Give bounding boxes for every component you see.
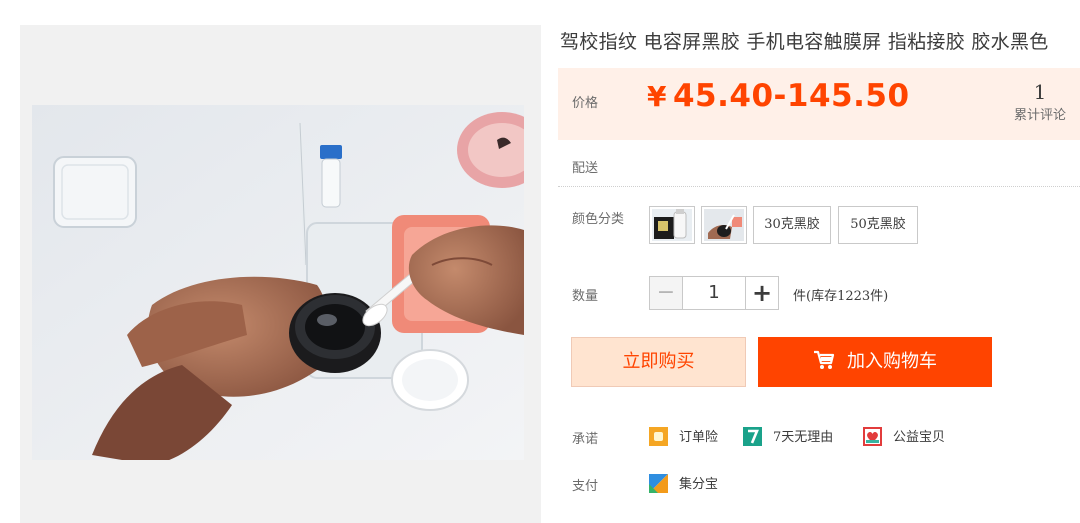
quantity-label: 数量 xyxy=(572,289,599,304)
color-option-30g[interactable]: 30克黑胶 xyxy=(753,206,831,244)
color-option-bottles[interactable] xyxy=(649,206,695,244)
payment-jifenbao-label: 集分宝 xyxy=(679,477,719,492)
order-insurance-icon xyxy=(649,427,668,446)
payment-label: 支付 xyxy=(572,479,599,494)
promise-charity-label: 公益宝贝 xyxy=(893,430,946,445)
add-to-cart-label: 加入购物车 xyxy=(847,351,937,372)
add-to-cart-button[interactable]: 加入购物车 xyxy=(758,337,992,387)
price-label: 价格 xyxy=(572,96,599,111)
quantity-input[interactable]: 1 xyxy=(682,276,746,310)
color-option-label: 颜色分类 xyxy=(572,212,625,227)
price-panel: 价格 ¥45.40-145.50 1 累计评论 xyxy=(558,68,1080,140)
promise-label: 承诺 xyxy=(572,432,599,447)
quantity-decrease-button[interactable]: − xyxy=(649,276,683,310)
product-gallery xyxy=(20,25,541,523)
seven-day-return-icon xyxy=(743,427,762,446)
promise-order-insurance-label: 订单险 xyxy=(679,430,719,445)
promise-seven-day-return-label: 7天无理由 xyxy=(773,430,834,445)
review-count-number: 1 xyxy=(1033,80,1047,104)
review-count[interactable]: 1 累计评论 xyxy=(1014,80,1066,123)
section-divider xyxy=(558,186,1080,187)
charity-heart-icon xyxy=(863,427,882,446)
product-thumb-bottles-icon xyxy=(652,209,692,241)
price-value: ¥45.40-145.50 xyxy=(647,78,910,114)
buy-now-button[interactable]: 立即购买 xyxy=(571,337,746,387)
price-range: 45.40-145.50 xyxy=(672,78,910,114)
product-title: 驾校指纹 电容屏黑胶 手机电容触膜屏 指粘接胶 胶水黑色 xyxy=(560,31,1049,53)
color-option-application[interactable] xyxy=(701,206,747,244)
cart-icon xyxy=(814,350,835,369)
shipping-label: 配送 xyxy=(572,161,599,176)
color-option-50g[interactable]: 50克黑胶 xyxy=(838,206,918,244)
review-count-label: 累计评论 xyxy=(1014,108,1067,123)
product-main-image[interactable] xyxy=(32,105,524,460)
quantity-increase-button[interactable]: + xyxy=(745,276,779,310)
product-thumb-application-icon xyxy=(704,209,744,241)
currency-symbol: ¥ xyxy=(647,80,667,113)
stock-info: 件(库存1223件) xyxy=(793,289,889,304)
jifenbao-icon xyxy=(649,474,668,493)
